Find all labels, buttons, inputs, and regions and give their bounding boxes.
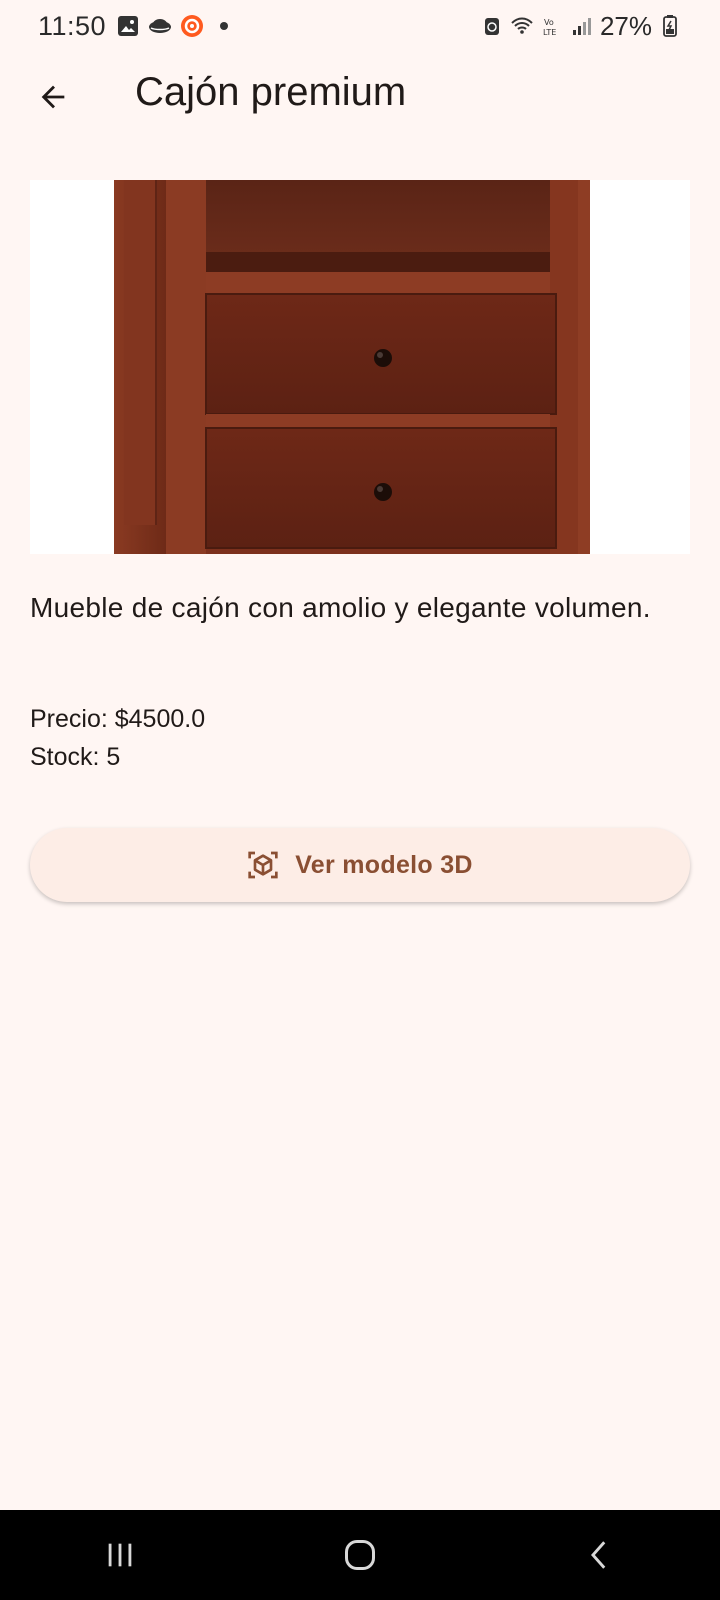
- view-3d-label: Ver modelo 3D: [295, 850, 473, 879]
- recents-button[interactable]: [80, 1525, 160, 1585]
- recents-icon: [108, 1543, 132, 1567]
- alarm-icon: [484, 18, 499, 35]
- signal-icon: [572, 18, 591, 35]
- status-time: 11:50: [38, 10, 107, 41]
- dot-icon: [220, 22, 229, 30]
- product-price: Precio: $4500.0: [30, 705, 206, 733]
- app-badge-icon: [181, 15, 204, 37]
- system-nav-bar: [0, 1510, 720, 1600]
- back-nav-button[interactable]: [560, 1525, 640, 1585]
- status-right: Vo LTE 27%: [480, 11, 682, 42]
- volte-icon: VoLTE: [543, 18, 556, 37]
- svg-text:Vo: Vo: [544, 18, 554, 27]
- product-description: Mueble de cajón con amolio y elegante vo…: [30, 592, 651, 623]
- image-icon: [118, 16, 139, 36]
- product-image: [30, 180, 690, 554]
- status-notification-icons: [116, 14, 236, 38]
- back-button[interactable]: [28, 72, 78, 122]
- app-bar: Cajón premium: [0, 52, 720, 142]
- battery-icon: [663, 15, 677, 37]
- home-button[interactable]: [320, 1525, 400, 1585]
- battery-percentage: 27%: [599, 10, 652, 41]
- status-bar: 11:50 Vo LTE 27%: [0, 0, 720, 52]
- product-stock: Stock: 5: [30, 743, 121, 771]
- back-nav-icon: [591, 1541, 606, 1569]
- home-icon: [345, 1540, 375, 1570]
- status-left: 11:50: [38, 11, 236, 42]
- arrow-back-icon: [41, 85, 65, 109]
- page-title: Cajón premium: [135, 70, 407, 114]
- cabinet-image: [114, 180, 590, 554]
- view-3d-button[interactable]: Ver modelo 3D: [30, 828, 690, 902]
- cloud-icon: [149, 19, 172, 33]
- svg-text:LTE: LTE: [543, 28, 556, 37]
- wifi-icon: [511, 17, 533, 34]
- view-in-ar-icon: [248, 851, 278, 879]
